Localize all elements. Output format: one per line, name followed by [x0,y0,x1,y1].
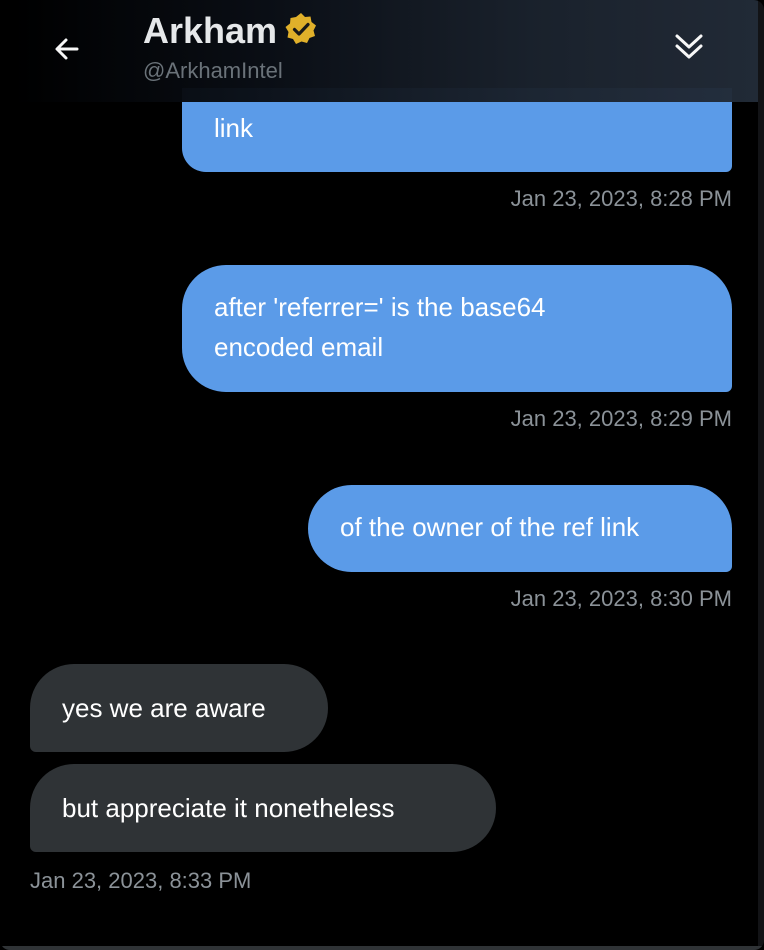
conversation-title[interactable]: Arkham @ArkhamIntel [143,10,319,84]
contact-handle: @ArkhamIntel [143,58,283,83]
sent-message-bubble[interactable]: of the owner of the ref link [308,485,732,572]
conversation-header: Arkham @ArkhamIntel [0,0,758,102]
message-text: link [214,113,254,143]
message-text-line: encoded email [214,332,384,362]
received-message-bubble[interactable]: but appreciate it nonetheless [30,764,496,852]
sent-message-bubble[interactable]: after 'referrer=' is the base64 encoded … [182,265,732,392]
message-text: but appreciate it nonetheless [62,793,395,823]
double-chevron-down-icon [672,30,706,69]
message-text: yes we are aware [62,693,266,723]
message-timestamp: Jan 23, 2023, 8:33 PM [30,868,252,893]
message-timestamp: Jan 23, 2023, 8:28 PM [510,186,732,211]
message-text: of the owner of the ref link [340,512,640,542]
collapse-button[interactable] [666,26,712,72]
received-message-bubble[interactable]: yes we are aware [30,664,328,752]
message-text-line: after 'referrer=' is the base64 [214,292,546,322]
arrow-left-icon [52,34,82,69]
verified-badge-icon [283,11,319,52]
back-button[interactable] [44,28,90,74]
scrollbar[interactable] [758,0,764,950]
composer-divider [0,946,764,950]
message-timestamp: Jan 23, 2023, 8:29 PM [510,406,732,431]
message-timestamp: Jan 23, 2023, 8:30 PM [510,586,732,611]
dm-conversation: link Jan 23, 2023, 8:28 PM after 'referr… [0,0,764,950]
contact-name: Arkham [143,10,278,51]
